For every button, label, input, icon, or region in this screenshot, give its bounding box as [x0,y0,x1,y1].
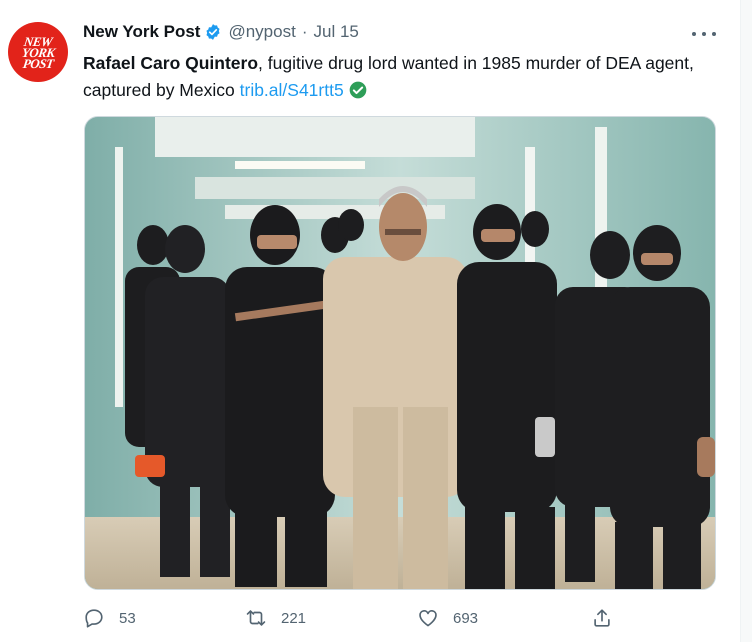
author-handle[interactable]: @nypost [228,22,295,42]
photo-illustration [85,117,715,589]
heart-icon [419,610,437,627]
check-circle-icon [349,81,367,99]
tweet-header: New York Post @nypost · Jul 15 [83,22,359,42]
author-name[interactable]: New York Post [83,22,200,42]
reply-count: 53 [119,609,136,627]
like-button[interactable]: 693 [417,605,478,631]
retweet-count: 221 [281,609,307,627]
retweet-button[interactable]: 221 [245,605,306,631]
tweet-photo[interactable] [84,116,716,590]
tweet-text: Rafael Caro Quintero, fugitive drug lord… [83,50,703,104]
verified-badge-icon [206,24,220,40]
tweet-date[interactable]: Jul 15 [314,22,359,42]
header-separator: · [301,22,308,41]
tweet-link[interactable]: trib.al/S41rtt5 [240,80,344,100]
like-count: 693 [453,609,479,627]
more-options-icon[interactable] [692,24,716,44]
avatar-logo-line-3: POST [21,55,55,71]
share-icon [594,609,610,627]
tweet-card[interactable]: NEW YORK POST New York Post @nypost · Ju… [0,0,741,642]
share-button[interactable] [591,605,627,631]
tweet-text-bold: Rafael Caro Quintero [83,53,259,73]
avatar[interactable]: NEW YORK POST [8,22,68,82]
retweet-icon [246,610,266,626]
reply-button[interactable]: 53 [83,605,136,631]
tweet-actions: 53 221 693 [83,605,623,631]
reply-icon [85,609,103,628]
